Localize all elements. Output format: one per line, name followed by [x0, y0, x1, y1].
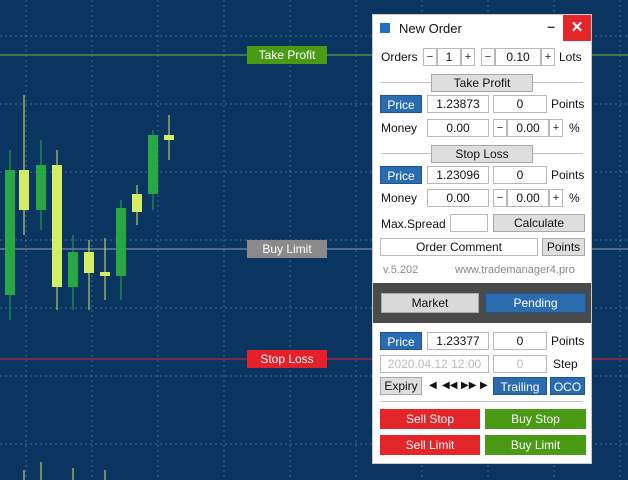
- buy-stop-button[interactable]: Buy Stop: [485, 409, 586, 429]
- candle-body: [132, 194, 142, 212]
- pending-mode-button[interactable]: Pending: [485, 293, 586, 313]
- candle-body: [19, 170, 29, 210]
- website-link[interactable]: www.trademanager4.pro: [455, 264, 575, 276]
- market-mode-button[interactable]: Market: [381, 293, 479, 313]
- candle-body: [116, 208, 126, 276]
- candle-body: [148, 135, 158, 194]
- expiry-datetime-input[interactable]: 2020.04.12 12:00: [380, 355, 489, 373]
- candle-body: [5, 170, 15, 295]
- sl-money-input[interactable]: 0.00: [427, 189, 489, 207]
- divider: [381, 401, 583, 402]
- points-toggle-button[interactable]: Points: [542, 238, 585, 256]
- order-comment-button[interactable]: Order Comment: [380, 238, 538, 256]
- max-spread-input[interactable]: [450, 214, 488, 232]
- sl-price-button[interactable]: Price: [380, 166, 422, 184]
- sl-price-input[interactable]: 1.23096: [427, 166, 489, 184]
- sl-money-label: Money: [381, 191, 418, 205]
- nav-first-icon[interactable]: ◀: [429, 380, 437, 391]
- candle-body: [68, 252, 78, 287]
- nav-back-icon[interactable]: ◀◀: [442, 380, 457, 391]
- lots-increment-button[interactable]: +: [541, 48, 555, 66]
- nav-forward-icon[interactable]: ▶▶: [461, 380, 476, 391]
- calculate-button[interactable]: Calculate: [493, 214, 585, 232]
- max-spread-label: Max.Spread: [381, 217, 446, 231]
- stop-loss-line-label[interactable]: Stop Loss: [247, 350, 327, 368]
- tp-money-label: Money: [381, 121, 418, 135]
- candle-body: [164, 135, 174, 140]
- sl-points-label: Points: [551, 168, 585, 182]
- tp-points-input[interactable]: 0: [493, 95, 547, 113]
- oco-button[interactable]: OCO: [550, 377, 585, 395]
- version-text: v.5.202: [383, 264, 419, 276]
- lots-input[interactable]: 0.10: [495, 48, 541, 66]
- take-profit-header-button[interactable]: Take Profit: [431, 74, 533, 92]
- pending-price-button[interactable]: Price: [380, 332, 422, 350]
- sl-points-input[interactable]: 0: [493, 166, 547, 184]
- order-mode-bar: Market Pending: [373, 283, 591, 323]
- tp-points-label: Points: [551, 97, 585, 111]
- tp-percent-label: %: [569, 121, 580, 135]
- trailing-button[interactable]: Trailing: [493, 377, 547, 395]
- app-icon: [380, 23, 390, 33]
- tp-percent-decrement-button[interactable]: −: [493, 119, 507, 137]
- sell-limit-button[interactable]: Sell Limit: [380, 435, 480, 455]
- tp-percent-input[interactable]: 0.00: [507, 119, 549, 137]
- nav-last-icon[interactable]: ▶: [480, 380, 488, 391]
- stop-loss-header-button[interactable]: Stop Loss: [431, 145, 533, 163]
- expiry-button[interactable]: Expiry: [380, 377, 422, 395]
- tp-price-button[interactable]: Price: [380, 95, 422, 113]
- take-profit-line-label[interactable]: Take Profit: [247, 46, 327, 64]
- tp-money-input[interactable]: 0.00: [427, 119, 489, 137]
- candle-body: [84, 252, 94, 273]
- pending-price-input[interactable]: 1.23377: [427, 332, 489, 350]
- minimize-button[interactable]: –: [539, 15, 563, 41]
- sl-percent-label: %: [569, 191, 580, 205]
- tp-price-input[interactable]: 1.23873: [427, 95, 489, 113]
- orders-increment-button[interactable]: +: [461, 48, 475, 66]
- step-label: Step: [553, 357, 578, 371]
- buy-limit-button[interactable]: Buy Limit: [485, 435, 586, 455]
- pending-points-label: Points: [551, 334, 585, 348]
- candle-body: [100, 272, 110, 276]
- lots-decrement-button[interactable]: −: [481, 48, 495, 66]
- buy-limit-line-label[interactable]: Buy Limit: [247, 240, 327, 258]
- tp-percent-increment-button[interactable]: +: [549, 119, 563, 137]
- step-input[interactable]: 0: [493, 355, 547, 373]
- sl-percent-decrement-button[interactable]: −: [493, 189, 507, 207]
- sl-percent-increment-button[interactable]: +: [549, 189, 563, 207]
- panel-title: New Order: [399, 21, 462, 36]
- lots-label: Lots: [559, 50, 582, 64]
- orders-decrement-button[interactable]: −: [423, 48, 437, 66]
- sell-stop-button[interactable]: Sell Stop: [380, 409, 480, 429]
- sl-percent-input[interactable]: 0.00: [507, 189, 549, 207]
- pending-points-input[interactable]: 0: [493, 332, 547, 350]
- close-button[interactable]: ✕: [563, 15, 591, 41]
- candle-body: [52, 165, 62, 287]
- panel-titlebar[interactable]: New Order – ✕: [373, 15, 591, 41]
- new-order-panel: New Order – ✕ Orders − 1 + − 0.10 + Lots…: [372, 14, 592, 464]
- orders-label: Orders: [381, 50, 418, 64]
- candle-body: [36, 165, 46, 210]
- orders-input[interactable]: 1: [437, 48, 461, 66]
